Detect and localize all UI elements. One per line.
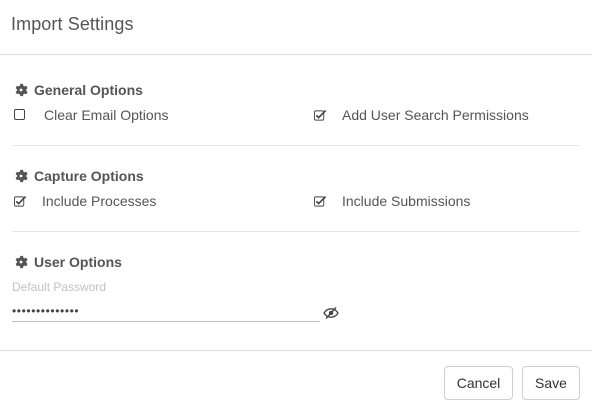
capture-options-title: Capture Options bbox=[34, 168, 144, 184]
save-button[interactable]: Save bbox=[522, 366, 580, 400]
eye-slash-icon[interactable] bbox=[323, 306, 339, 320]
add-user-search-permissions-label: Add User Search Permissions bbox=[342, 107, 529, 123]
include-processes-label: Include Processes bbox=[42, 193, 157, 209]
include-processes-option[interactable]: Include Processes bbox=[14, 193, 156, 209]
dialog-header: Import Settings bbox=[0, 0, 592, 55]
clear-email-options-label: Clear Email Options bbox=[44, 107, 169, 123]
gear-icon bbox=[15, 169, 28, 183]
checkbox-checked-icon[interactable] bbox=[14, 195, 27, 208]
default-password-input[interactable]: •••••••••••••• bbox=[12, 301, 320, 322]
section-divider bbox=[12, 231, 580, 232]
add-user-search-permissions-option[interactable]: Add User Search Permissions bbox=[314, 107, 529, 123]
user-options-title: User Options bbox=[34, 254, 122, 270]
gear-icon bbox=[15, 83, 28, 97]
section-divider bbox=[12, 145, 580, 146]
include-submissions-option[interactable]: Include Submissions bbox=[314, 193, 470, 209]
import-settings-dialog: Import Settings General Options Clear Em… bbox=[0, 0, 592, 412]
checkbox-checked-icon[interactable] bbox=[314, 109, 327, 122]
gear-icon bbox=[15, 255, 28, 269]
cancel-button[interactable]: Cancel bbox=[444, 366, 513, 400]
default-password-group: Default Password •••••••••••••• bbox=[12, 279, 580, 329]
general-options-heading: General Options bbox=[14, 82, 143, 98]
general-options-title: General Options bbox=[34, 82, 143, 98]
include-submissions-label: Include Submissions bbox=[342, 193, 471, 209]
checkbox-unchecked-icon[interactable] bbox=[14, 108, 27, 122]
default-password-label: Default Password bbox=[12, 280, 107, 294]
checkbox-checked-icon[interactable] bbox=[314, 195, 327, 208]
user-options-heading: User Options bbox=[14, 254, 122, 270]
clear-email-options-option[interactable]: Clear Email Options bbox=[14, 107, 169, 123]
dialog-title: Import Settings bbox=[11, 14, 134, 34]
footer-divider bbox=[0, 350, 592, 351]
capture-options-heading: Capture Options bbox=[14, 168, 144, 184]
